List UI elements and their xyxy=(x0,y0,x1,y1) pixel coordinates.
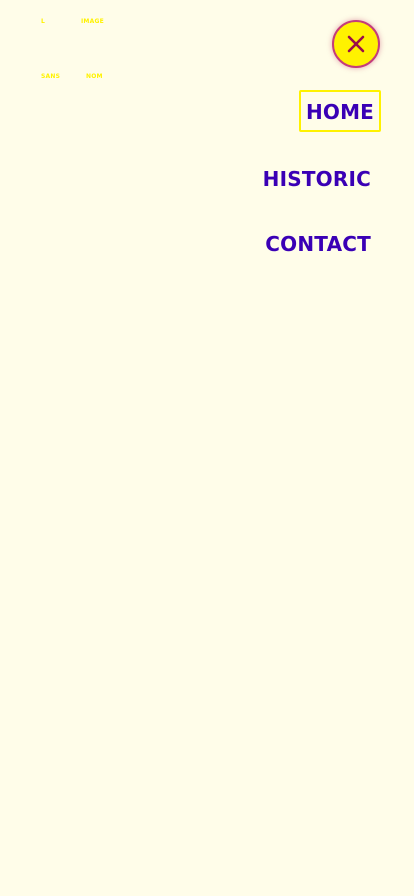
nav-item-home[interactable]: HOME xyxy=(299,90,381,132)
nav-item-contact[interactable]: CONTACT xyxy=(265,234,371,254)
nav-item-historic[interactable]: HISTORIC xyxy=(263,169,371,189)
main-nav: HOME HISTORIC CONTACT xyxy=(0,0,414,300)
